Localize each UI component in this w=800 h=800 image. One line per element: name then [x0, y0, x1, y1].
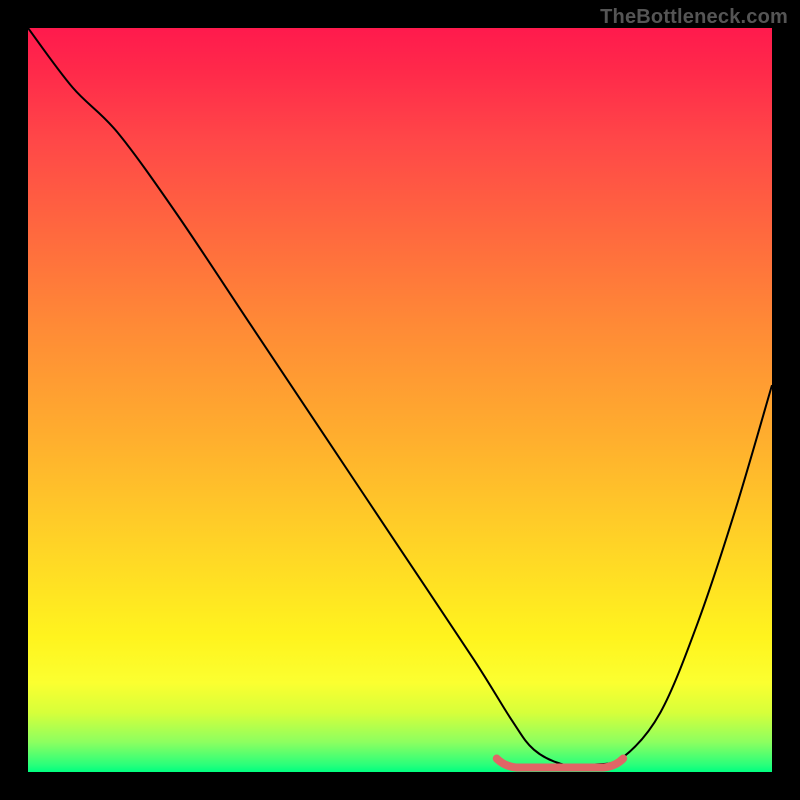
watermark-text: TheBottleneck.com [600, 6, 788, 29]
plot-area [28, 28, 772, 772]
curve-svg [28, 28, 772, 772]
performance-curve [28, 28, 772, 766]
chart-container: TheBottleneck.com [0, 0, 800, 800]
